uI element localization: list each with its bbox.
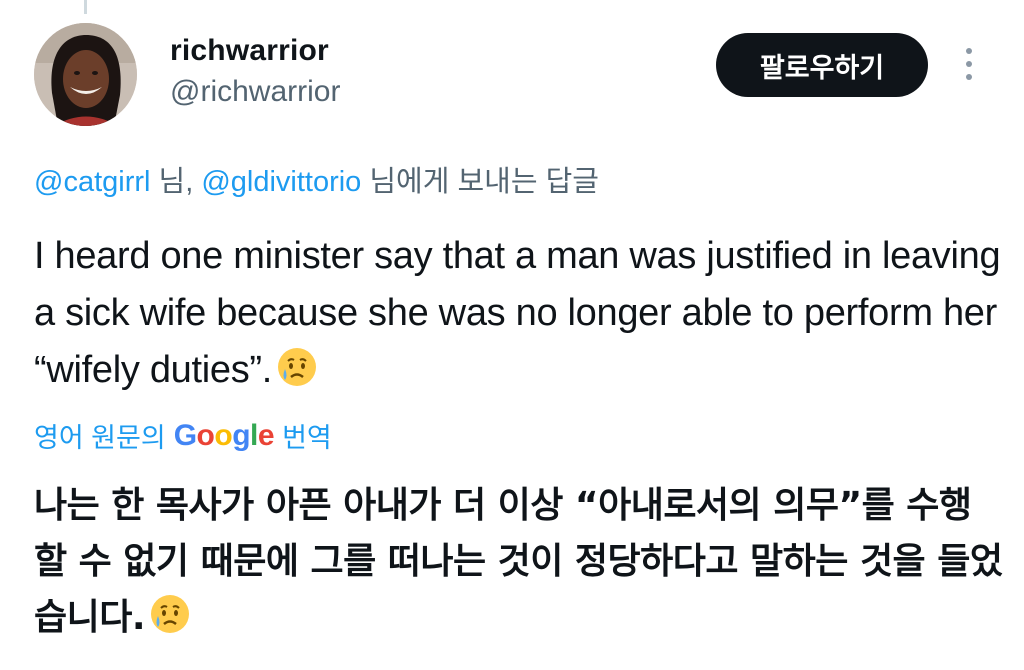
translate-suffix: 번역 xyxy=(282,423,332,453)
google-logo-icon: Google xyxy=(173,418,275,452)
translate-prefix: 영어 원문의 xyxy=(34,423,166,453)
mention-link-gldivittorio[interactable]: @gldivittorio xyxy=(201,166,361,198)
user-handle[interactable]: @richwarrior xyxy=(170,75,340,109)
crying-face-emoji-icon xyxy=(149,593,191,652)
display-name[interactable]: richwarrior xyxy=(170,34,329,68)
mention-link-catgirrl[interactable]: @catgirrl xyxy=(34,166,150,198)
crying-face-emoji-icon xyxy=(276,346,318,405)
translated-tweet-body: 나는 한 목사가 아픈 아내가 더 이상 “아내로서의 의무”를 수행할 수 없… xyxy=(34,478,1004,652)
reply-separator: 님, xyxy=(150,166,202,198)
tweet-body: I heard one minister say that a man was … xyxy=(34,228,1004,405)
tweet-text: I heard one minister say that a man was … xyxy=(34,235,1001,391)
reply-suffix: 님에게 보내는 답글 xyxy=(361,166,599,198)
avatar[interactable] xyxy=(34,23,137,126)
more-vertical-icon[interactable] xyxy=(960,48,978,84)
thread-connector-line xyxy=(84,0,87,14)
follow-button[interactable]: 팔로우하기 xyxy=(716,33,928,97)
reply-context: @catgirrl 님, @gldivittorio 님에게 보내는 답글 xyxy=(34,158,599,200)
translation-attribution[interactable]: 영어 원문의 Google 번역 xyxy=(34,416,332,455)
